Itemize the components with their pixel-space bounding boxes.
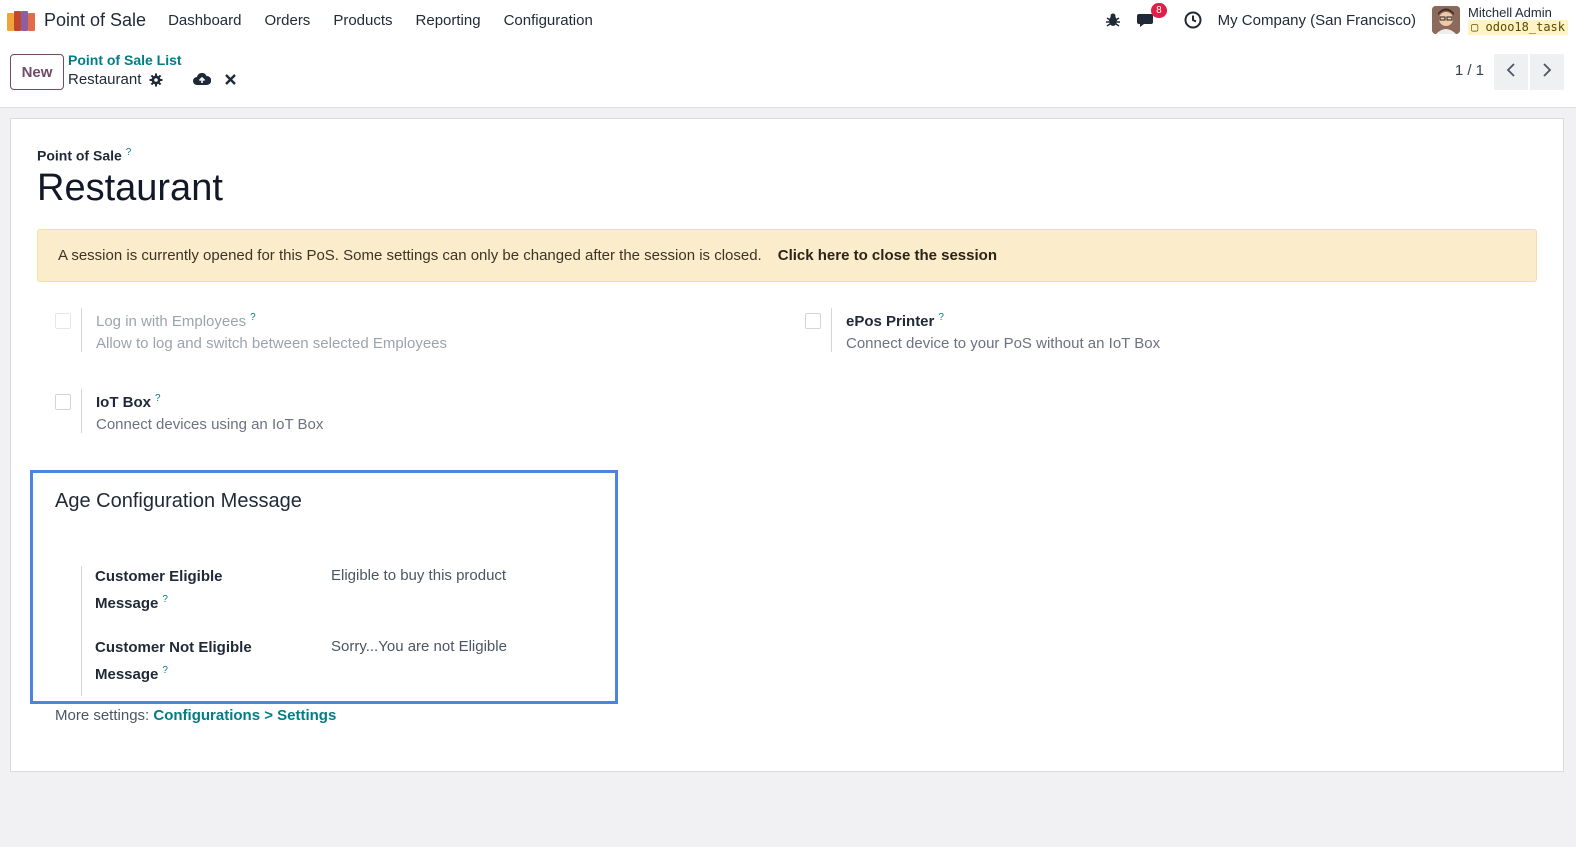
label-line-2: Message [95,666,159,683]
new-button[interactable]: New [10,54,64,90]
setting-body: ePos Printer? Connect device to your PoS… [831,308,1160,352]
record-actions [149,73,250,87]
chat-icon[interactable]: 8 [1136,3,1167,30]
database-name: odoo18_task [1485,20,1565,34]
setting-description: Allow to log and switch between selected… [96,335,448,352]
label-line-1: Customer Eligible [95,568,223,585]
epos-printer-checkbox[interactable] [805,313,821,329]
menu-products[interactable]: Products [333,12,392,29]
breadcrumb: Restaurant [68,71,250,88]
bug-icon[interactable] [1103,10,1123,30]
navbar-systray: 8 My Company (San Francisco) Mitchell Ad… [1103,0,1568,40]
top-navbar: Point of Sale Dashboard Orders Products … [0,0,1576,40]
label-line-1: Customer Not Eligible [95,639,252,656]
help-tooltip[interactable]: ? [162,665,168,676]
pager-previous-button[interactable] [1494,54,1528,90]
configuration-settings-link[interactable]: Configurations > Settings [153,707,336,724]
setting-title-text: Log in with Employees [96,313,247,330]
clock-icon[interactable] [1183,10,1203,30]
setting-title: ePos Printer? [846,308,1160,332]
setting-body: IoT Box? Connect devices using an IoT Bo… [81,389,323,433]
help-tooltip[interactable]: ? [162,594,168,605]
menu-orders[interactable]: Orders [264,12,310,29]
chevron-left-icon [1506,62,1516,82]
app-name: Point of Sale [44,9,147,30]
breadcrumb-current: Restaurant [68,71,142,88]
help-tooltip[interactable]: ? [155,393,161,404]
close-icon[interactable] [225,74,237,85]
setting-body: Log in with Employees? Allow to log and … [81,308,447,352]
setting-title-text: ePos Printer [846,313,935,330]
setting-description: Connect device to your PoS without an Io… [846,335,1161,352]
database-icon: ▢ [1471,20,1479,34]
setting-description: Connect devices using an IoT Box [96,416,324,433]
field-label-text: Point of Sale [37,147,122,164]
setting-title: Log in with Employees? [96,308,447,332]
menu-reporting[interactable]: Reporting [416,12,481,29]
setting-epos-printer: ePos Printer? Connect device to your PoS… [805,308,1160,352]
label-line-2: Message [95,595,159,612]
session-warning-alert: A session is currently opened for this P… [37,229,1537,282]
menu-dashboard[interactable]: Dashboard [168,12,241,29]
section-divider [81,566,82,696]
eligible-message-field[interactable]: Eligible to buy this product [331,567,506,584]
help-tooltip[interactable]: ? [126,147,132,158]
iot-box-checkbox[interactable] [55,394,71,410]
chevron-right-icon [1542,62,1552,82]
more-settings-prefix: More settings: [55,707,150,724]
setting-title-text: IoT Box [96,394,151,411]
user-name: Mitchell Admin [1468,5,1552,20]
record-title[interactable]: Restaurant [37,167,223,210]
breadcrumb-parent[interactable]: Point of Sale List [68,52,182,68]
company-switcher[interactable]: My Company (San Francisco) [1218,12,1416,29]
login-employees-checkbox[interactable] [55,313,71,329]
user-menu[interactable]: Mitchell Admin ▢ odoo18_task [1468,5,1568,35]
message-count-badge: 8 [1151,3,1167,18]
control-panel: New Point of Sale List Restaurant 1 / 1 [0,40,1576,108]
pager-value[interactable]: 1 / 1 [1455,62,1484,79]
database-badge: ▢ odoo18_task [1468,20,1568,35]
not-eligible-message-field[interactable]: Sorry...You are not Eligible [331,638,507,655]
help-tooltip[interactable]: ? [938,312,944,323]
pager-next-button[interactable] [1530,54,1564,90]
setting-title: IoT Box? [96,389,323,413]
not-eligible-message-label: Customer Not Eligible Message? [95,636,265,686]
close-session-link[interactable]: Click here to close the session [778,247,997,264]
more-settings: More settings: Configurations > Settings [55,707,336,724]
app-brand[interactable]: Point of Sale [6,0,146,40]
section-title: Age Configuration Message [55,490,302,512]
help-tooltip[interactable]: ? [250,312,256,323]
setting-login-employees: Log in with Employees? Allow to log and … [55,308,447,352]
eligible-message-label: Customer Eligible Message? [95,565,265,615]
gear-icon[interactable] [149,73,163,87]
field-label-point-of-sale: Point of Sale? [37,147,131,164]
alert-text: A session is currently opened for this P… [58,247,762,264]
menu-configuration[interactable]: Configuration [504,12,593,29]
cloud-upload-icon[interactable] [193,73,212,86]
setting-iot-box: IoT Box? Connect devices using an IoT Bo… [55,389,323,433]
age-configuration-section: Age Configuration Message Customer Eligi… [30,470,618,704]
app-logo-icon [6,9,36,31]
avatar[interactable] [1432,6,1461,34]
main-menu: Dashboard Orders Products Reporting Conf… [168,12,616,29]
